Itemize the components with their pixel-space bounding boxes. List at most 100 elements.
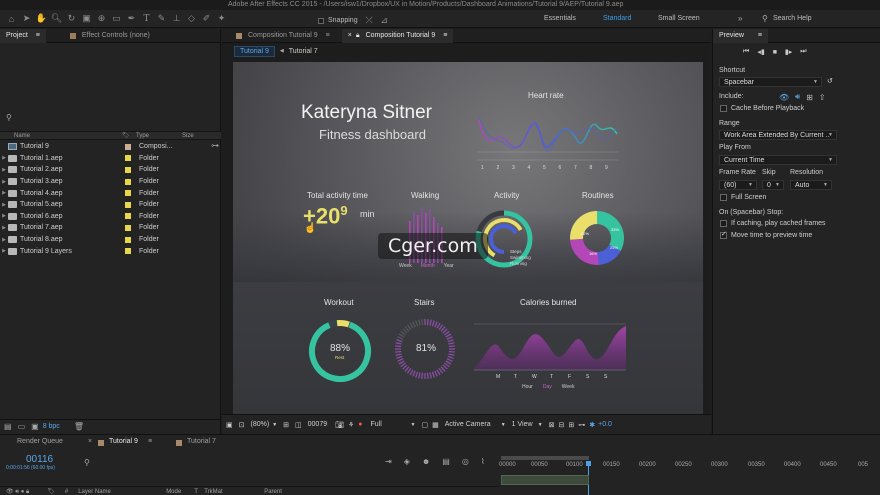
label-color-swatch[interactable]	[125, 178, 131, 185]
frame-blending-icon[interactable]: ▤	[442, 457, 450, 466]
zoom-dropdown[interactable]: (80%)	[251, 421, 270, 428]
resolution-dropdown[interactable]: Auto ▼	[790, 180, 832, 190]
breadcrumb-tutorial-9[interactable]: Tutorial 9	[234, 45, 275, 57]
snap-icon[interactable]: ⤫	[364, 15, 375, 26]
camera-tool-icon[interactable]: ▣	[81, 13, 92, 24]
mask-icon[interactable]: ◫	[295, 421, 302, 429]
chevron-down-icon[interactable]: ▼	[411, 422, 416, 428]
list-item[interactable]: ▶ Tutorial 4.aep Folder	[0, 187, 221, 199]
include-video-icon[interactable]: 👁︎	[779, 93, 789, 102]
timeline-icon[interactable]: ⊞	[568, 421, 574, 429]
new-folder-icon[interactable]: ▭	[18, 422, 26, 431]
calories-tab-hour[interactable]: Hour	[522, 384, 533, 390]
cache-before-row[interactable]: Cache Before Playback	[720, 105, 804, 112]
grid-icon[interactable]: ⊞	[283, 421, 289, 429]
chevron-down-icon[interactable]: ▼	[501, 422, 506, 428]
tab-composition-2[interactable]: × 🔒︎ Composition Tutorial 9 ≡	[341, 28, 454, 43]
graph-editor-icon[interactable]: ⌇	[481, 457, 485, 466]
column-layer-name[interactable]: Layer Name	[78, 489, 166, 495]
tab-menu-icon[interactable]: ≡	[443, 32, 447, 39]
include-layers-icon[interactable]: ⇧	[819, 93, 826, 102]
first-frame-icon[interactable]: ⏮	[743, 48, 749, 56]
label-color-swatch[interactable]	[125, 155, 131, 162]
tab-effect-controls[interactable]: Effect Controls (none)	[64, 29, 156, 43]
list-item[interactable]: Tutorial 9 Composi...	[0, 141, 221, 153]
type-tool-icon[interactable]: T	[141, 13, 152, 24]
list-item[interactable]: ▶ Tutorial 9 Layers Folder	[0, 245, 221, 257]
region-of-interest-icon[interactable]: ▢	[421, 421, 428, 429]
if-caching-checkbox[interactable]	[720, 220, 727, 227]
column-parent[interactable]: Parent	[264, 489, 282, 495]
camera-dropdown[interactable]: Active Camera	[445, 421, 501, 428]
tab-preview[interactable]: Preview ≡	[713, 28, 768, 43]
range-dropdown[interactable]: Work Area Extended By Current ... ▼	[719, 130, 837, 140]
view-layout-dropdown[interactable]: 1 View	[512, 421, 538, 428]
puppet-tool-icon[interactable]: ✦	[216, 13, 227, 24]
calories-tab-week[interactable]: Week	[562, 384, 575, 390]
column-trkmat[interactable]: TrkMat	[204, 489, 264, 495]
eraser-tool-icon[interactable]: ◇	[186, 13, 197, 24]
label-column-icon[interactable]: 🏷︎	[122, 132, 136, 139]
tab-render-queue[interactable]: Render Queue	[17, 438, 63, 445]
expand-triangle-icon[interactable]: ▶	[0, 167, 8, 173]
shy-layers-icon[interactable]: ☻	[422, 457, 430, 466]
exposure-reset-icon[interactable]: ✱	[589, 421, 595, 429]
shortcut-dropdown[interactable]: Spacebar ▼	[719, 77, 822, 87]
tab-menu-icon[interactable]: ≡	[36, 32, 40, 39]
label-color-swatch[interactable]	[125, 213, 131, 220]
magnification-icon[interactable]: ⊡	[239, 421, 245, 429]
tab-menu-icon[interactable]: ≡	[148, 438, 152, 445]
brush-tool-icon[interactable]: ✎	[156, 13, 167, 24]
walking-tab-year[interactable]: Year	[444, 263, 454, 269]
chevron-down-icon[interactable]: ▼	[272, 422, 277, 428]
new-composition-icon[interactable]: ▣	[31, 422, 39, 431]
timecode-field[interactable]: 00079	[308, 421, 327, 428]
list-item[interactable]: ▶ Tutorial 8.aep Folder	[0, 234, 221, 246]
if-caching-row[interactable]: If caching, play cached frames	[720, 220, 826, 227]
move-time-row[interactable]: Move time to preview time	[720, 232, 812, 239]
av-switches-icon[interactable]: 👁︎ 🔊︎ ● 🔒︎	[6, 488, 29, 495]
skip-dropdown[interactable]: 0 ▼	[762, 180, 784, 190]
selection-tool-icon[interactable]: ➤	[21, 13, 32, 24]
list-item[interactable]: ▶ Tutorial 2.aep Folder	[0, 164, 221, 176]
column-t[interactable]: T	[194, 489, 204, 495]
close-icon[interactable]: ×	[348, 32, 352, 39]
mask-rect-tool-icon[interactable]: ▭	[111, 13, 122, 24]
list-item[interactable]: ▶ Tutorial 6.aep Folder	[0, 211, 221, 223]
label-color-swatch[interactable]	[125, 143, 131, 150]
tab-tutorial-7[interactable]: Tutorial 7	[187, 438, 216, 445]
pen-tool-icon[interactable]: ✒	[126, 13, 137, 24]
label-color-swatch[interactable]	[125, 248, 131, 255]
tab-menu-icon[interactable]: ≡	[758, 32, 762, 39]
expand-triangle-icon[interactable]: ▶	[0, 155, 8, 161]
reset-icon[interactable]: ↺	[827, 77, 833, 85]
expand-triangle-icon[interactable]: ▶	[0, 237, 8, 243]
label-color-swatch[interactable]	[125, 190, 131, 197]
tab-tutorial-9[interactable]: Tutorial 9	[109, 438, 138, 445]
include-audio-icon[interactable]: 🔊︎	[795, 92, 800, 102]
workspace-small-screen[interactable]: Small Screen	[658, 15, 700, 22]
search-help-field[interactable]: Search Help	[773, 15, 812, 22]
include-overlays-icon[interactable]: ⊞	[806, 93, 813, 102]
bpc-button[interactable]: 8 bpc	[43, 423, 60, 430]
label-color-swatch[interactable]	[125, 236, 131, 243]
column-type[interactable]: Type	[136, 133, 182, 139]
snapshot-icon[interactable]: ▣	[226, 421, 233, 429]
interpret-footage-icon[interactable]: ▤	[4, 422, 12, 431]
label-color-swatch[interactable]	[125, 201, 131, 208]
full-screen-checkbox[interactable]	[720, 194, 727, 201]
previous-frame-icon[interactable]: ◂▮	[757, 48, 764, 56]
workspace-menu-icon[interactable]: »	[738, 14, 742, 23]
motion-blur-icon[interactable]: ◎	[462, 457, 469, 466]
expand-triangle-icon[interactable]: ▶	[0, 213, 8, 219]
label-column-icon[interactable]: 🏷︎	[47, 488, 55, 495]
expand-triangle-icon[interactable]: ▶	[0, 190, 8, 196]
lock-icon[interactable]: 🔒︎	[356, 32, 360, 40]
expand-triangle-icon[interactable]: ▶	[0, 248, 8, 254]
stop-icon[interactable]: ■	[773, 49, 777, 56]
full-screen-row[interactable]: Full Screen	[720, 194, 766, 201]
work-area-track[interactable]	[501, 475, 589, 485]
hand-tool-icon[interactable]: ✋	[36, 13, 47, 24]
last-frame-icon[interactable]: ⏭	[800, 48, 806, 56]
list-item[interactable]: ▶ Tutorial 3.aep Folder	[0, 176, 221, 188]
